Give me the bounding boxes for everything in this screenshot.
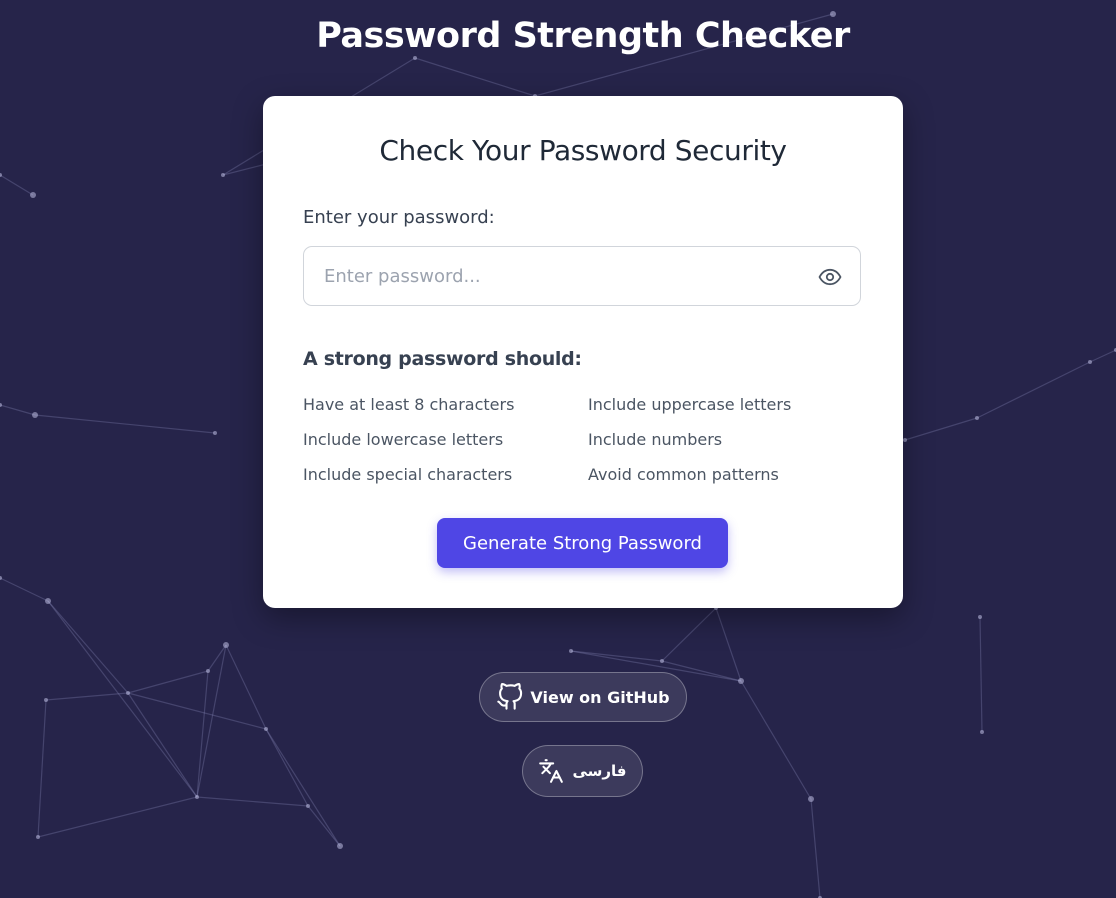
network-line (265, 728, 341, 847)
password-field (303, 246, 861, 306)
network-line (225, 644, 267, 730)
eye-icon[interactable] (818, 265, 842, 289)
network-line (715, 607, 742, 682)
network-line (45, 692, 129, 701)
generate-password-button[interactable]: Generate Strong Password (437, 518, 728, 568)
network-line (47, 600, 198, 798)
network-line (810, 798, 821, 898)
network-node (1088, 360, 1092, 364)
network-node (36, 835, 40, 839)
requirement-item: Include uppercase letters (588, 395, 792, 414)
network-line (976, 361, 1091, 419)
network-line (979, 616, 983, 733)
network-node (413, 56, 417, 60)
network-node (264, 727, 268, 731)
requirement-item: Include lowercase letters (303, 430, 504, 449)
network-line (904, 417, 978, 441)
network-node (126, 691, 130, 695)
network-line (0, 577, 49, 602)
requirements-heading: A strong password should: (303, 348, 582, 370)
language-toggle[interactable]: فارسی (522, 745, 643, 797)
network-line (661, 607, 717, 662)
network-node (44, 698, 48, 702)
network-line (196, 670, 209, 798)
network-node (978, 615, 982, 619)
github-link[interactable]: View on GitHub (479, 672, 687, 722)
network-node (306, 804, 310, 808)
network-line (740, 680, 812, 800)
requirement-item: Include numbers (588, 430, 723, 449)
network-node (30, 192, 36, 198)
language-label: فارسی (572, 762, 627, 780)
network-node (738, 678, 744, 684)
network-line (34, 414, 216, 434)
network-line (127, 670, 209, 694)
network-line (1089, 349, 1116, 363)
network-line (265, 728, 309, 807)
network-line (37, 796, 198, 838)
network-node (195, 795, 199, 799)
network-node (975, 416, 979, 420)
network-line (0, 404, 36, 416)
network-node (569, 649, 573, 653)
network-node (223, 642, 229, 648)
network-node (45, 598, 51, 604)
checker-card: Check Your Password Security Enter your … (263, 96, 903, 608)
network-line (414, 57, 536, 97)
page-title: Password Strength Checker (316, 16, 850, 56)
network-line (307, 805, 341, 847)
network-line (196, 644, 227, 798)
network-node (32, 412, 38, 418)
network-node (337, 843, 343, 849)
network-line (37, 699, 47, 838)
network-node (213, 431, 217, 435)
network-node (206, 669, 210, 673)
requirement-item: Include special characters (303, 465, 513, 484)
requirement-item: Have at least 8 characters (303, 395, 515, 414)
network-node (221, 173, 225, 177)
requirement-item: Avoid common patterns (588, 465, 779, 484)
network-node (980, 730, 984, 734)
network-node (0, 403, 2, 407)
github-icon (496, 683, 530, 711)
network-node (903, 438, 907, 442)
network-line (196, 796, 309, 807)
network-line (0, 174, 34, 196)
translate-icon (538, 758, 572, 784)
network-line (47, 600, 129, 694)
network-node (808, 796, 814, 802)
github-label: View on GitHub (530, 687, 670, 707)
password-input[interactable] (305, 248, 824, 304)
card-title: Check Your Password Security (379, 134, 787, 167)
password-label: Enter your password: (303, 207, 495, 228)
network-node (660, 659, 664, 663)
